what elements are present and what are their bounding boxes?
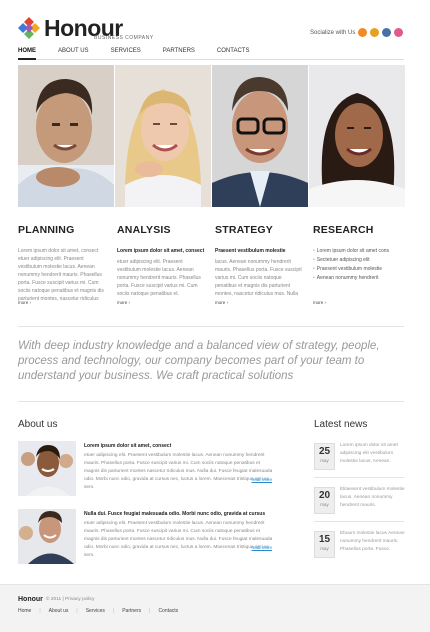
column-lead: Praesent vestibulum molestie: [215, 248, 286, 254]
divider: [314, 521, 404, 522]
share-icon[interactable]: [370, 28, 379, 37]
research-list: • Lorem ipsum dolor sit amet cons • Sectet…: [313, 247, 401, 283]
more-link[interactable]: more ›: [215, 300, 228, 305]
nav-home[interactable]: HOME: [18, 48, 36, 54]
date-badge: 25 may: [314, 443, 335, 470]
globe-icon[interactable]: [382, 28, 391, 37]
date-day: 15: [318, 534, 331, 545]
column-text: lacus. Aenean nonummy hendrerit mauris. …: [215, 259, 302, 297]
logo-tagline: BUSINESS COMPANY: [94, 35, 154, 41]
photo-analysis: [115, 65, 211, 207]
date-badge: 15 may: [314, 531, 335, 558]
nav-active-indicator: [18, 58, 36, 60]
column-analysis: ANALYSIS Lorem ipsum dolor sit amet, con…: [117, 224, 205, 305]
nav-divider: [18, 59, 404, 60]
footer-logo[interactable]: Honour: [18, 596, 43, 603]
read-more-link[interactable]: read more: [251, 477, 272, 482]
about-heading[interactable]: Nulla dui. Fusce feugiat malesuada odio.…: [84, 511, 265, 517]
about-photo: [18, 441, 76, 496]
date-month: may: [320, 458, 329, 463]
date-month: may: [320, 502, 329, 507]
about-item: Nulla dui. Fusce feugiat malesuada odio.…: [18, 509, 278, 564]
column-title: PLANNING: [18, 224, 75, 236]
column-research: RESEARCH • Lorem ipsum dolor sit amet con…: [313, 224, 401, 305]
intro-quote: With deep industry knowledge and a balan…: [18, 340, 380, 382]
column-text: etuer adipiscing elit. Praesent vestibul…: [117, 259, 201, 297]
rss-icon[interactable]: [358, 28, 367, 37]
footer-separator: |: [39, 608, 41, 614]
more-link[interactable]: more ›: [313, 300, 326, 305]
news-title: Latest news: [314, 419, 368, 430]
divider: [314, 477, 404, 478]
footer-nav: Home | About us | Services | Partners | …: [18, 608, 178, 614]
column-title: ANALYSIS: [117, 224, 171, 236]
date-day: 20: [318, 490, 331, 501]
list-item[interactable]: • Sectetuer adipiscing elit: [313, 256, 401, 265]
date-day: 25: [318, 446, 331, 457]
more-link[interactable]: more ›: [117, 300, 130, 305]
column-text: Lorem ipsum dolor sit amet, consect etue…: [18, 248, 104, 302]
page: Honour BUSINESS COMPANY Socialize with U…: [0, 0, 430, 632]
list-item[interactable]: • Aenean nonummy hendrerit: [313, 274, 401, 283]
news-text[interactable]: Lorem ipsum dolor sit amet adipiscing el…: [340, 442, 406, 466]
logo-icon[interactable]: [18, 17, 40, 39]
news-text[interactable]: Elitaesent vestibulum molestie lacus. Ae…: [340, 486, 406, 510]
photo-research: [309, 65, 405, 207]
divider: [18, 401, 404, 402]
more-link[interactable]: more ›: [18, 300, 31, 305]
list-item[interactable]: • Lorem ipsum dolor sit amet cons: [313, 247, 401, 256]
footer-separator: |: [112, 608, 115, 614]
main-nav: HOME ABOUT US SERVICES PARTNERS CONTACTS: [18, 48, 271, 54]
column-lead: Lorem ipsum dolor sit amet, consect: [117, 248, 205, 254]
column-planning: PLANNING Lorem ipsum dolor sit amet, con…: [18, 224, 106, 305]
news-item: 15 may Ebuum molestie lacus Aenean nonum…: [314, 531, 410, 561]
footer-link-partners[interactable]: Partners: [122, 608, 141, 614]
footer: Honour © 2011 | Privacy policy Home | Ab…: [0, 584, 430, 632]
date-month: may: [320, 546, 329, 551]
about-text: etuer adipiscing elit. Praesent vestibul…: [84, 521, 273, 558]
news-item: 20 may Elitaesent vestibulum molestie la…: [314, 487, 410, 517]
nav-contacts[interactable]: CONTACTS: [217, 48, 250, 54]
nav-services[interactable]: SERVICES: [111, 48, 141, 54]
footer-link-contacts[interactable]: Contacts: [158, 608, 178, 614]
about-text: etuer adipiscing elit. Praesent vestibul…: [84, 453, 273, 490]
footer-link-services[interactable]: Services: [86, 608, 105, 614]
photo-planning: [18, 65, 114, 207]
footer-copyright: © 2011 | Privacy policy: [46, 597, 95, 602]
about-heading[interactable]: Lorem ipsum dolor sit amet, consect: [84, 443, 171, 449]
about-photo: [18, 509, 76, 564]
nav-partners[interactable]: PARTNERS: [163, 48, 195, 54]
footer-link-home[interactable]: Home: [18, 608, 31, 614]
footer-link-about-us[interactable]: About us: [49, 608, 69, 614]
column-strategy: STRATEGY Praesent vestibulum molestie la…: [215, 224, 303, 305]
social-label: Socialize with Us: [310, 30, 356, 36]
list-item[interactable]: • Praesent vestibulum molestie: [313, 265, 401, 274]
column-title: RESEARCH: [313, 224, 374, 236]
photo-strategy: [212, 65, 308, 207]
date-badge: 20 may: [314, 487, 335, 514]
divider: [18, 326, 404, 327]
about-title: About us: [18, 419, 58, 430]
about-item: Lorem ipsum dolor sit amet, consect etue…: [18, 441, 278, 496]
footer-separator: |: [149, 608, 151, 614]
column-title: STRATEGY: [215, 224, 273, 236]
news-text[interactable]: Ebuum molestie lacus Aenean nonummy hend…: [340, 530, 406, 554]
nav-about-us[interactable]: ABOUT US: [58, 48, 89, 54]
flickr-icon[interactable]: [394, 28, 403, 37]
read-more-link[interactable]: read more: [251, 545, 272, 550]
footer-separator: |: [76, 608, 78, 614]
news-item: 25 may Lorem ipsum dolor sit amet adipis…: [314, 443, 410, 473]
